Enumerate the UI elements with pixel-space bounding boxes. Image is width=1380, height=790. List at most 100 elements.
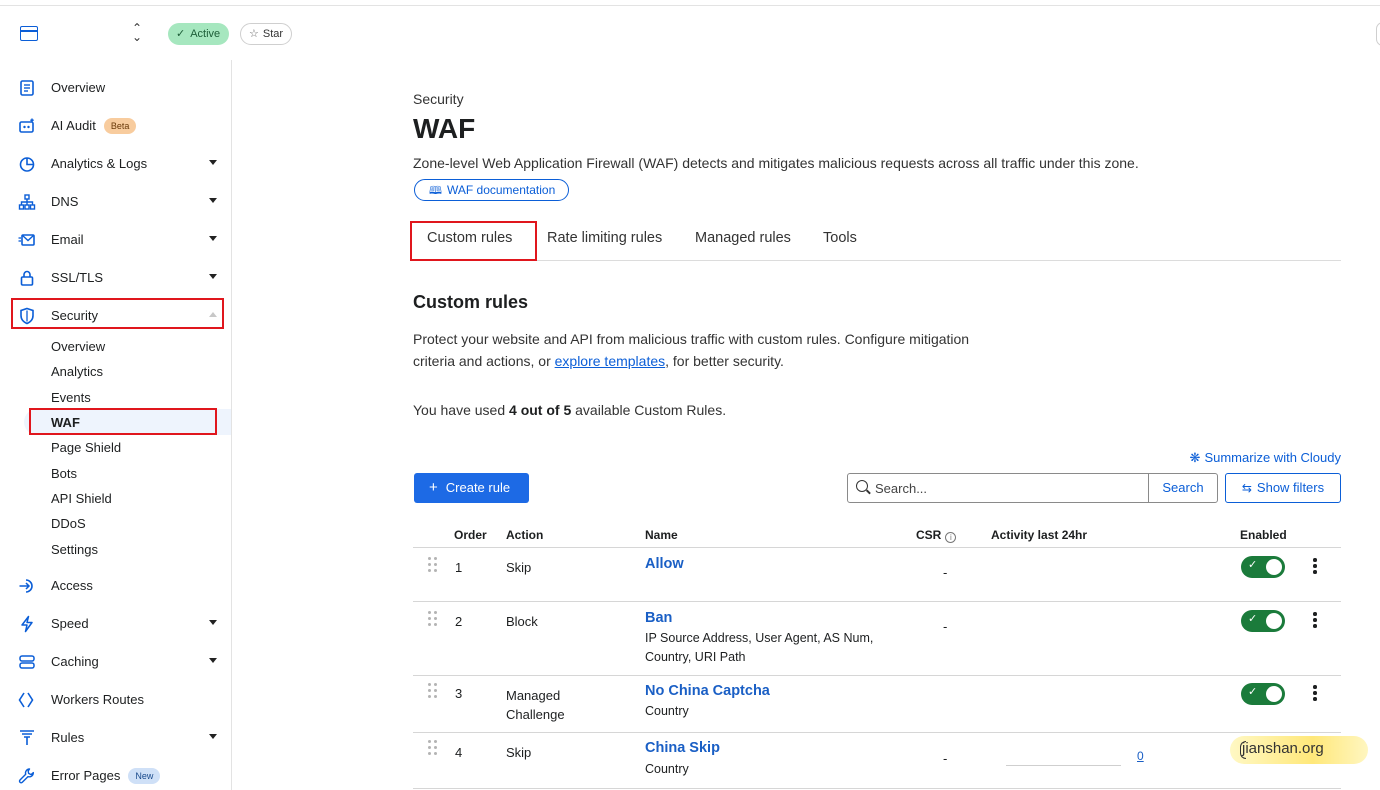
- sidebar-item-speed[interactable]: Speed: [0, 608, 231, 638]
- enabled-toggle[interactable]: ✓: [1241, 683, 1285, 705]
- sidebar-item-analytics-logs[interactable]: Analytics & Logs: [0, 148, 231, 178]
- browser-window-icon[interactable]: [20, 26, 38, 41]
- chevron-down-icon[interactable]: [209, 198, 217, 203]
- rule-order: 3: [455, 686, 463, 701]
- tab-bar: Custom rules Rate limiting rules Managed…: [413, 220, 1341, 261]
- watermark-text: jianshan.org: [1242, 740, 1324, 757]
- show-filters-label: Show filters: [1256, 480, 1325, 495]
- sidebar-item-rules[interactable]: Rules: [0, 722, 231, 752]
- sidebar-item-caching[interactable]: Caching: [0, 646, 231, 676]
- sidebar-subitem-settings[interactable]: Settings: [51, 542, 98, 557]
- chevron-down-icon[interactable]: [209, 620, 217, 625]
- rule-csr: -: [943, 565, 948, 580]
- waf-documentation-link[interactable]: 🕮 WAF documentation: [414, 179, 570, 201]
- rule-action: Skip: [506, 560, 532, 575]
- more-options-icon[interactable]: [1313, 612, 1317, 628]
- rule-action: Block: [506, 614, 538, 629]
- sidebar-item-ai-audit[interactable]: AI Audit Beta: [0, 110, 231, 140]
- drag-handle-icon[interactable]: [428, 683, 437, 701]
- table-row: 3 Managed Challenge No China Captcha Cou…: [413, 676, 1341, 732]
- rule-name-link[interactable]: No China Captcha: [645, 683, 770, 699]
- sidebar-item-overview[interactable]: Overview: [0, 72, 231, 102]
- usage-count: 4 out of 5: [509, 402, 572, 418]
- sidebar-item-label: Analytics & Logs: [51, 156, 148, 171]
- enabled-toggle[interactable]: ✓: [1241, 556, 1285, 578]
- create-rule-button[interactable]: + Create rule: [414, 473, 529, 503]
- lightning-icon: [21, 615, 33, 633]
- sidebar-subitem-events[interactable]: Events: [51, 390, 91, 405]
- sidebar-subitem-bots[interactable]: Bots: [51, 466, 77, 481]
- sidebar-subitem-analytics[interactable]: Analytics: [51, 364, 103, 379]
- sidebar-item-label: Workers Routes: [51, 692, 144, 707]
- top-bar: ⌃ ⌄ ✓ Active ☆ Star: [0, 6, 1380, 60]
- chevron-down-icon[interactable]: [209, 274, 217, 279]
- rule-name-link[interactable]: China Skip: [645, 740, 720, 756]
- sidebar-item-error-pages[interactable]: Error Pages New: [0, 760, 231, 790]
- sidebar-item-label: Rules: [51, 730, 85, 745]
- info-icon[interactable]: i: [945, 532, 957, 543]
- column-header-order: Order: [454, 528, 487, 542]
- new-badge: New: [128, 768, 161, 784]
- show-filters-button[interactable]: ⇆ Show filters: [1225, 473, 1341, 503]
- tab-managed-rules[interactable]: Managed rules: [695, 230, 791, 246]
- activity-sparkline: [1006, 765, 1121, 766]
- rule-fields: Country: [645, 704, 689, 718]
- ai-audit-icon: [19, 118, 34, 133]
- column-header-enabled: Enabled: [1240, 528, 1287, 542]
- search-icon: [856, 480, 868, 492]
- toggle-knob: [1266, 686, 1282, 702]
- toggle-knob: [1266, 613, 1282, 629]
- tab-tools[interactable]: Tools: [823, 230, 857, 246]
- sidebar-item-dns[interactable]: DNS: [0, 186, 231, 216]
- sidebar-subitem-overview[interactable]: Overview: [51, 339, 105, 354]
- chevron-down-icon[interactable]: [209, 658, 217, 663]
- create-rule-label: Create rule: [445, 480, 511, 495]
- search-field[interactable]: [847, 473, 1149, 503]
- more-options-icon[interactable]: [1313, 558, 1317, 574]
- explore-templates-link[interactable]: explore templates: [555, 353, 666, 369]
- search-input[interactable]: [875, 479, 1135, 497]
- sidebar-item-email[interactable]: Email: [0, 224, 231, 254]
- plus-icon: +: [429, 479, 438, 496]
- chevron-up-down-icon[interactable]: ⌃ ⌄: [130, 22, 144, 43]
- sidebar-subitem-page-shield[interactable]: Page Shield: [51, 440, 121, 455]
- breadcrumb: Security: [413, 91, 464, 107]
- sparkle-icon: ❋: [1189, 450, 1201, 465]
- sidebar-subitem-api-shield[interactable]: API Shield: [51, 491, 112, 506]
- chevron-down-icon[interactable]: [209, 236, 217, 241]
- chevron-down-icon[interactable]: [209, 734, 217, 739]
- drag-handle-icon[interactable]: [428, 557, 437, 575]
- chevron-down-icon[interactable]: [209, 160, 217, 165]
- check-icon: ✓: [1248, 559, 1258, 571]
- page-description: Zone-level Web Application Firewall (WAF…: [413, 155, 1139, 171]
- sidebar-item-label: Access: [51, 578, 93, 593]
- sidebar-item-label: SSL/TLS: [51, 270, 104, 285]
- drag-handle-icon[interactable]: [428, 740, 437, 758]
- sidebar-item-label: Overview: [51, 80, 106, 95]
- watermark: jianshan.org: [1230, 736, 1368, 764]
- enabled-toggle[interactable]: ✓: [1241, 610, 1285, 632]
- star-button[interactable]: ☆ Star: [240, 23, 293, 45]
- section-title: Custom rules: [413, 292, 529, 312]
- sidebar-subitem-ddos[interactable]: DDoS: [51, 516, 86, 531]
- activity-count-link[interactable]: 0: [1137, 749, 1144, 763]
- sidebar-item-label: AI Audit: [51, 118, 96, 133]
- summarize-with-cloudy-link[interactable]: ❋ Summarize with Cloudy: [1190, 450, 1341, 466]
- rule-name-link[interactable]: Allow: [645, 556, 684, 572]
- rule-fields: IP Source Address, User Agent, AS Num, C…: [645, 631, 874, 664]
- star-icon: ☆: [249, 28, 259, 40]
- rules-icon: [20, 730, 34, 745]
- usage-summary: You have used 4 out of 5 available Custo…: [413, 402, 726, 418]
- rule-name-link[interactable]: Ban: [645, 610, 672, 626]
- row-divider: [413, 788, 1341, 789]
- lock-icon: [20, 270, 34, 286]
- more-options-icon[interactable]: [1313, 685, 1317, 701]
- search-button[interactable]: Search: [1148, 473, 1218, 503]
- sidebar-item-workers-routes[interactable]: Workers Routes: [0, 684, 231, 714]
- sidebar-item-access[interactable]: Access: [0, 570, 231, 600]
- account-menu-edge[interactable]: [1376, 22, 1380, 46]
- tab-rate-limiting-rules[interactable]: Rate limiting rules: [547, 230, 662, 246]
- section-description: Protect your website and API from malici…: [413, 328, 973, 372]
- sidebar-item-ssl-tls[interactable]: SSL/TLS: [0, 262, 231, 292]
- drag-handle-icon[interactable]: [428, 611, 437, 629]
